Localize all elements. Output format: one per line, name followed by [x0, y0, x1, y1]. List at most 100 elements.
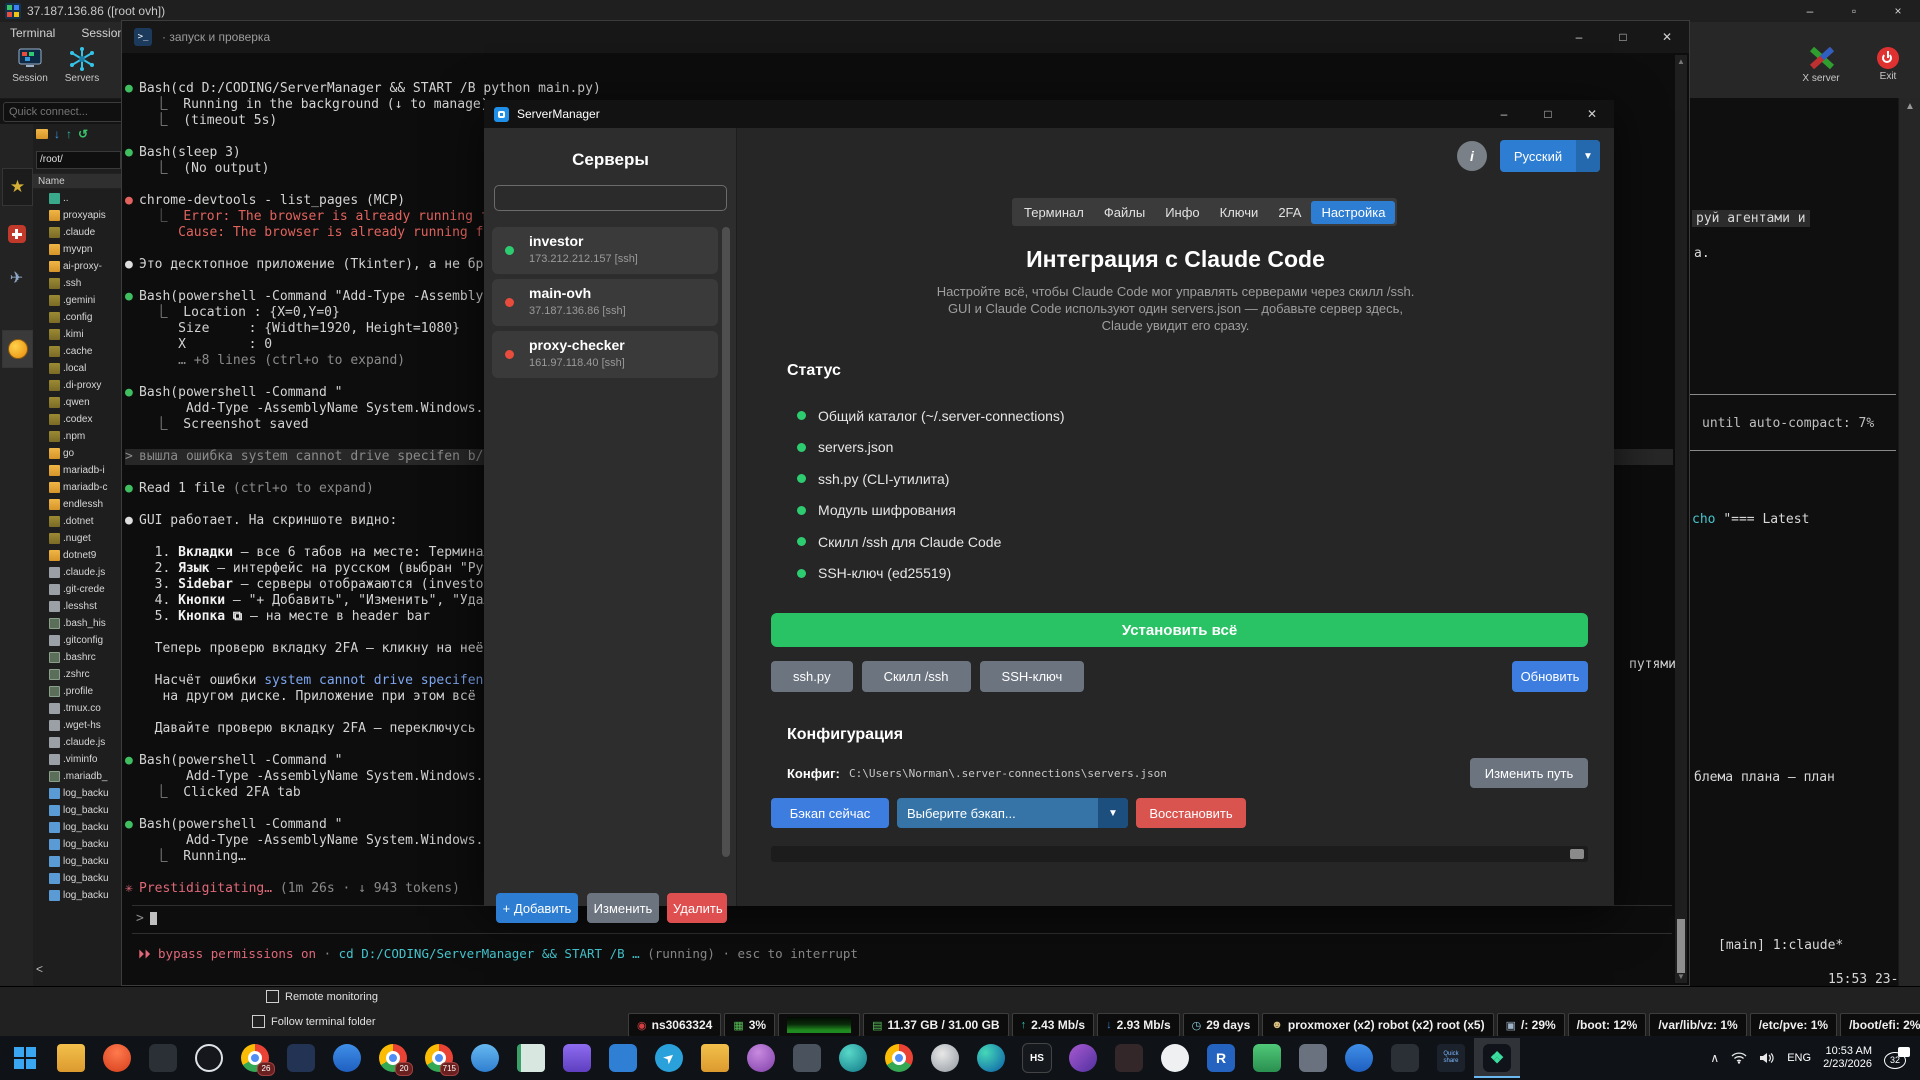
file-list[interactable]: .. proxyapis .claude myvpn ai-proxy- .ssh .gem… [33, 190, 121, 966]
change-path-button[interactable]: Изменить путь [1470, 758, 1588, 788]
scrollbar[interactable]: ▲ [1898, 98, 1920, 1013]
file-row[interactable]: .zshrc [33, 666, 121, 683]
scrollbar-thumb[interactable] [1570, 849, 1584, 859]
file-row[interactable]: .viminfo [33, 751, 121, 768]
tool-button-0[interactable]: ssh.py [771, 661, 853, 692]
close-icon[interactable]: ✕ [1570, 100, 1614, 128]
tab-0[interactable]: Терминал [1014, 201, 1094, 224]
scroll-up-icon[interactable]: ▲ [1675, 57, 1687, 66]
close-icon[interactable]: × [1876, 0, 1920, 22]
horizontal-scrollbar[interactable] [771, 846, 1588, 862]
taskbar-app-green[interactable] [1244, 1038, 1290, 1078]
tab-4[interactable]: 2FA [1268, 201, 1311, 224]
file-row[interactable]: log_backu [33, 785, 121, 802]
file-row[interactable]: .profile [33, 683, 121, 700]
delete-server-button[interactable]: Удалить [667, 893, 727, 923]
backup-now-button[interactable]: Бэкап сейчас [771, 798, 889, 828]
file-row[interactable]: endlessh [33, 496, 121, 513]
tab-2[interactable]: Инфо [1155, 201, 1209, 224]
taskbar-app-gray[interactable] [1290, 1038, 1336, 1078]
scroll-down-icon[interactable]: ▼ [1675, 972, 1687, 981]
volume-icon[interactable] [1759, 1052, 1775, 1064]
taskbar-telegram[interactable]: ➤ [646, 1038, 692, 1078]
file-row[interactable]: .bashrc [33, 649, 121, 666]
taskbar-quick-share[interactable]: Quick share [1428, 1038, 1474, 1078]
taskbar-chrome-profile-1[interactable]: 26 [232, 1038, 278, 1078]
minimize-icon[interactable]: – [1788, 0, 1832, 22]
file-row[interactable]: .claude.js [33, 734, 121, 751]
file-row[interactable]: .cache [33, 343, 121, 360]
taskbar-app-dark-2[interactable] [1106, 1038, 1152, 1078]
upload-icon[interactable]: ↑ [66, 127, 72, 141]
taskbar-chrome[interactable] [876, 1038, 922, 1078]
file-row[interactable]: .local [33, 360, 121, 377]
follow-terminal-folder-checkbox[interactable]: Follow terminal folder [252, 1015, 376, 1028]
taskbar-r-app[interactable]: R [1198, 1038, 1244, 1078]
backup-select[interactable]: Выберите бэкап... ▼ [897, 798, 1128, 828]
file-row[interactable]: log_backu [33, 802, 121, 819]
file-row[interactable]: log_backu [33, 887, 121, 904]
file-row[interactable]: log_backu [33, 853, 121, 870]
taskbar-app-dark-3[interactable] [1382, 1038, 1428, 1078]
file-row[interactable]: .. [33, 190, 121, 207]
tray-clock[interactable]: 10:53 AM 2/23/2026 [1823, 1045, 1872, 1071]
session-button[interactable]: Session [4, 47, 56, 84]
exit-button[interactable]: Exit [1862, 47, 1914, 82]
taskbar-mobaxterm[interactable]: ❖ [1474, 1038, 1520, 1078]
file-row[interactable]: .wget-hs [33, 717, 121, 734]
tab-5[interactable]: Настройка [1311, 200, 1396, 224]
file-row[interactable]: .gemini [33, 292, 121, 309]
server-item-proxy-checker[interactable]: proxy-checker 161.97.118.40 [ssh] [492, 331, 718, 378]
edit-server-button[interactable]: Изменить [587, 893, 659, 923]
file-row[interactable]: .gitconfig [33, 632, 121, 649]
tool-button-2[interactable]: SSH-ключ [979, 661, 1085, 692]
tab-3[interactable]: Ключи [1210, 201, 1269, 224]
files-column-header[interactable]: Name [33, 173, 121, 189]
file-row[interactable]: log_backu [33, 836, 121, 853]
macros-tab[interactable]: ✈ [2, 260, 31, 296]
taskbar-notepad[interactable] [508, 1038, 554, 1078]
server-item-investor[interactable]: investor 173.212.212.157 [ssh] [492, 227, 718, 274]
taskbar-app-navy[interactable] [278, 1038, 324, 1078]
taskbar-app-blue-2[interactable] [462, 1038, 508, 1078]
file-row[interactable]: .ssh [33, 275, 121, 292]
favorites-tab[interactable]: ★ [2, 168, 33, 206]
file-row[interactable]: .qwen [33, 394, 121, 411]
tool-button-1[interactable]: Скилл /ssh [861, 661, 971, 692]
scroll-left-arrow[interactable]: < [36, 962, 43, 976]
file-row[interactable]: mariadb-i [33, 462, 121, 479]
file-row[interactable]: mariadb-c [33, 479, 121, 496]
file-row[interactable]: .di-proxy [33, 377, 121, 394]
file-row[interactable]: .config [33, 309, 121, 326]
info-button[interactable]: i [1457, 141, 1487, 171]
add-server-button[interactable]: + Добавить [496, 893, 578, 923]
taskbar-chrome-profile-3[interactable]: 715 [416, 1038, 462, 1078]
file-row[interactable]: .mariadb_ [33, 768, 121, 785]
server-search-input[interactable] [494, 185, 727, 211]
file-row[interactable]: log_backu [33, 870, 121, 887]
file-row[interactable]: .git-crede [33, 581, 121, 598]
file-row[interactable]: go [33, 445, 121, 462]
file-row[interactable]: .kimi [33, 326, 121, 343]
taskbar-chrome-profile-2[interactable]: 20 [370, 1038, 416, 1078]
taskbar-app-purple-2[interactable] [1060, 1038, 1106, 1078]
taskbar-app-vsblue[interactable] [600, 1038, 646, 1078]
file-row[interactable]: proxyapis [33, 207, 121, 224]
file-row[interactable]: .nuget [33, 530, 121, 547]
file-row[interactable]: dotnet9 [33, 547, 121, 564]
minimize-icon[interactable]: – [1557, 21, 1601, 53]
language-dropdown[interactable]: Русский ▼ [1500, 140, 1600, 172]
taskbar-obs[interactable] [186, 1038, 232, 1078]
file-row[interactable]: .codex [33, 411, 121, 428]
x-server-button[interactable]: X server [1795, 47, 1847, 84]
file-row[interactable]: .lesshst [33, 598, 121, 615]
minimize-icon[interactable]: – [1482, 100, 1526, 128]
taskbar-start[interactable] [2, 1038, 48, 1078]
file-row[interactable]: .npm [33, 428, 121, 445]
server-item-main-ovh[interactable]: main-ovh 37.187.136.86 [ssh] [492, 279, 718, 326]
terminal-scrollbar[interactable]: ▲ ▼ [1675, 55, 1687, 983]
file-row[interactable]: .claude.js [33, 564, 121, 581]
tools-tab[interactable] [2, 216, 31, 252]
servers-button[interactable]: Servers [56, 47, 108, 84]
download-icon[interactable]: ↓ [54, 127, 60, 141]
